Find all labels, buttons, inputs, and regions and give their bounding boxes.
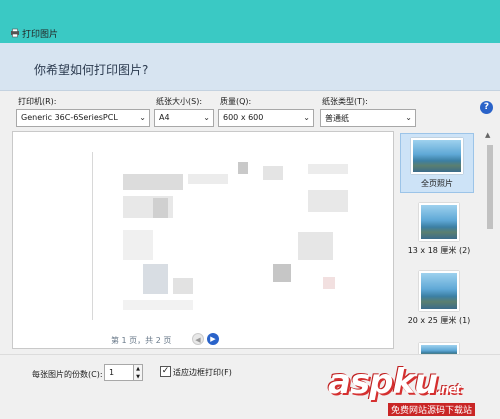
copies-label: 每张图片的份数(C):: [32, 370, 103, 379]
layout-item-20x25[interactable]: 20 x 25 厘米 (1): [404, 271, 474, 326]
blurred-content: [308, 164, 348, 174]
blurred-content: [188, 174, 228, 184]
paper-type-label: 纸张类型(T):: [322, 97, 368, 106]
title-bar[interactable]: 打印图片: [0, 0, 500, 43]
blurred-content: [308, 190, 348, 212]
paper-size-select[interactable]: A4 ⌄: [154, 109, 214, 127]
layout-scrollbar[interactable]: ▲: [484, 131, 496, 359]
window-title: 打印图片: [22, 30, 59, 40]
blurred-content: [123, 174, 183, 190]
blurred-content: [153, 198, 168, 218]
copies-spinner[interactable]: ▲ ▼: [134, 364, 143, 381]
scroll-up-icon[interactable]: ▲: [485, 131, 490, 139]
paper-type-select[interactable]: 普通纸 ⌄: [320, 109, 416, 127]
watermark-text: aspku: [328, 362, 438, 402]
layout-label: 全页照片: [421, 179, 453, 188]
paper-size-label: 纸张大小(S):: [156, 97, 203, 106]
layout-thumbnail: [419, 203, 459, 241]
page-indicator: 第 1 页，共 2 页: [111, 336, 172, 345]
layout-thumbnail: [411, 138, 463, 174]
printer-select[interactable]: Generic 36C-6SeriesPCL ⌄: [16, 109, 150, 127]
header-band: 你希望如何打印图片?: [0, 43, 500, 91]
help-icon[interactable]: ?: [480, 101, 493, 114]
paper-type-value: 普通纸: [325, 114, 349, 123]
quality-select[interactable]: 600 x 600 ⌄: [218, 109, 314, 127]
print-preview: 第 1 页，共 2 页: [12, 131, 394, 349]
blurred-content: [173, 278, 193, 294]
quality-value: 600 x 600: [223, 113, 264, 122]
quality-label: 质量(Q):: [220, 97, 252, 106]
watermark-suffix: .net: [437, 382, 461, 396]
blurred-content: [323, 277, 335, 289]
blurred-content: [123, 300, 193, 310]
preview-page: [92, 152, 372, 320]
chevron-down-icon: ⌄: [139, 113, 146, 122]
previous-page-button[interactable]: ◀: [192, 333, 204, 345]
blurred-content: [273, 264, 291, 282]
layout-label: 20 x 25 厘米 (1): [407, 316, 471, 325]
copies-input[interactable]: 1: [104, 364, 134, 381]
copies-value: 1: [109, 368, 115, 377]
printer-app-icon: [11, 28, 19, 38]
watermark-subtitle: 免费网站源码下载站: [388, 403, 476, 416]
layout-list: 全页照片 13 x 18 厘米 (2) 20 x 25 厘米 (1): [396, 131, 484, 359]
chevron-down-icon: ⌄: [303, 113, 310, 122]
paper-size-value: A4: [159, 113, 170, 122]
chevron-down-icon: ⌄: [203, 113, 210, 122]
blurred-content: [143, 264, 168, 294]
print-pictures-window: 打印图片 你希望如何打印图片? 打印机(R): Generic 36C-6Ser…: [0, 0, 500, 419]
layout-thumbnail: [419, 271, 459, 311]
layout-item-13x18[interactable]: 13 x 18 厘米 (2): [404, 203, 474, 256]
blurred-content: [263, 166, 283, 180]
blurred-content: [298, 232, 333, 260]
fit-frame-checkbox[interactable]: ✓: [160, 366, 171, 377]
chevron-down-icon: ⌄: [405, 113, 412, 122]
aspku-watermark-logo: aspku.net: [328, 362, 461, 402]
dialog-question: 你希望如何打印图片?: [34, 63, 149, 77]
printer-label: 打印机(R):: [18, 97, 57, 106]
layout-item-full-page[interactable]: 全页照片: [400, 133, 474, 193]
printer-value: Generic 36C-6SeriesPCL: [21, 113, 118, 122]
blurred-content: [123, 230, 153, 260]
fit-frame-label: 适应边框打印(F): [173, 368, 232, 377]
next-page-button[interactable]: ▶: [207, 333, 219, 345]
blurred-content: [238, 162, 248, 174]
scrollbar-thumb[interactable]: [487, 145, 493, 229]
layout-label: 13 x 18 厘米 (2): [407, 246, 471, 255]
